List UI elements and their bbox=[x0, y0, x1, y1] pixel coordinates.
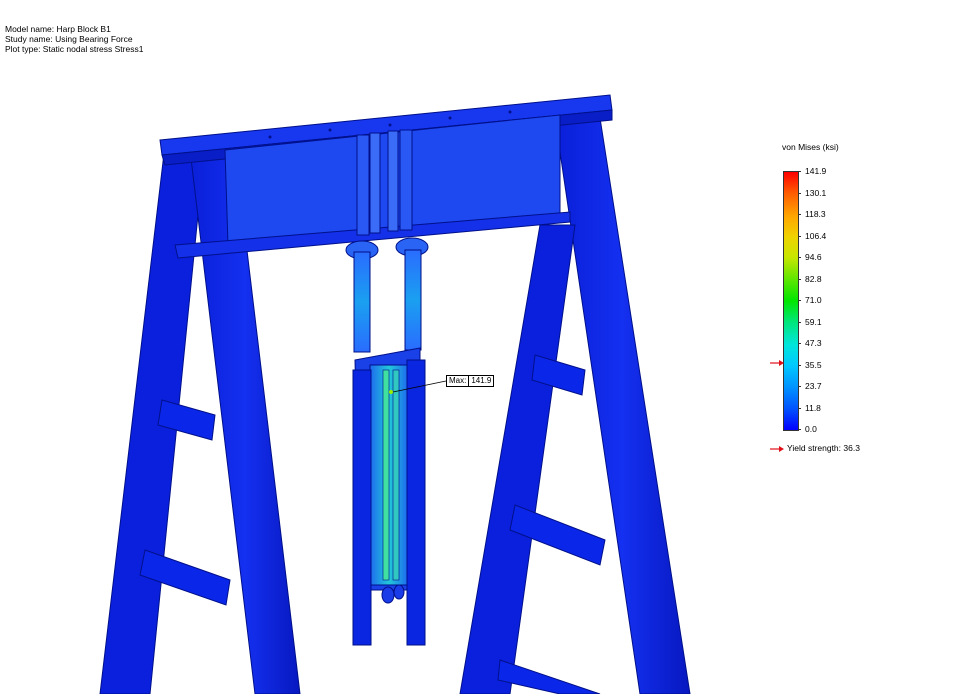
legend-tick-mark bbox=[798, 386, 801, 387]
legend-tick-label: 35.5 bbox=[805, 359, 822, 370]
legend-tick-label: 118.3 bbox=[805, 209, 826, 219]
legend-tick-label: 106.4 bbox=[805, 230, 827, 241]
legend-tick-label: 141.9 bbox=[805, 166, 827, 176]
harp-block bbox=[345, 237, 429, 646]
legend-tick-label: 0.0 bbox=[805, 424, 817, 434]
legend-tick-mark bbox=[798, 300, 801, 301]
legend-tick-mark bbox=[798, 321, 801, 323]
legend-tick-mark bbox=[798, 192, 801, 194]
legend-tick-label: 82.8 bbox=[805, 273, 822, 284]
legend-tick-label: 130.1 bbox=[805, 187, 827, 198]
yield-arrow-icon bbox=[770, 445, 784, 452]
max-stress-callout: Max: 141.9 bbox=[446, 375, 495, 387]
stress-legend: von Mises (ksi) 141.9 130.1 118.3 106.4 94.6… bbox=[770, 138, 950, 468]
legend-tick-label: 23.7 bbox=[805, 381, 822, 391]
legend-tick-mark bbox=[798, 364, 801, 366]
max-value: 141.9 bbox=[469, 375, 495, 387]
color-scale-bar bbox=[783, 171, 799, 431]
legend-tick-label: 47.3 bbox=[805, 338, 822, 348]
legend-tick-mark bbox=[798, 429, 801, 430]
legend-tick-mark bbox=[798, 235, 801, 237]
legend-tick-mark bbox=[798, 214, 801, 215]
legend-tick-label: 11.8 bbox=[805, 402, 821, 413]
legend-tick-mark bbox=[798, 278, 801, 280]
legend-tick-label: 94.6 bbox=[805, 252, 822, 262]
legend-tick-mark bbox=[798, 407, 801, 409]
yield-strength-marker-icon bbox=[770, 360, 784, 366]
legend-tick-mark bbox=[798, 343, 801, 344]
legend-tick-label: 59.1 bbox=[805, 316, 822, 327]
yield-strength-label: Yield strength: 36.3 bbox=[770, 443, 860, 453]
legend-tick-mark bbox=[798, 171, 801, 172]
yield-strength-text: Yield strength: 36.3 bbox=[787, 443, 860, 453]
legend-tick-label: 71.0 bbox=[805, 295, 822, 305]
model-viewport[interactable] bbox=[0, 0, 760, 694]
legend-title: von Mises (ksi) bbox=[782, 142, 839, 152]
legend-tick-mark bbox=[798, 257, 801, 258]
max-label: Max: bbox=[446, 375, 470, 387]
